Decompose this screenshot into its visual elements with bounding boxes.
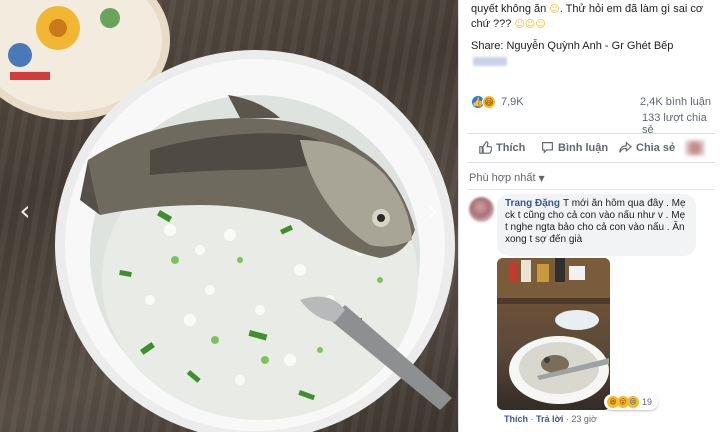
share-button-label: Chia sẻ [636, 142, 676, 154]
smile-emoji-icon: ☺ [549, 4, 560, 15]
comment-bubble-icon [542, 142, 553, 154]
smile-emojis-icon: ☺☺☺ [514, 19, 546, 30]
porridge-photo [0, 0, 455, 432]
post-panel: quyết không ăn ☺. Thử hỏi em đã làm gì s… [458, 0, 720, 432]
previous-photo-arrow[interactable]: ‹ [14, 196, 36, 226]
like-button-label: Thích [496, 142, 526, 154]
comment-button[interactable]: Bình luận [541, 140, 608, 156]
post-action-bar: Thích Bình luận Chia sẻ [467, 133, 715, 163]
share-button[interactable]: Chia sẻ [619, 140, 675, 156]
comment-reply-link[interactable]: Trả lời [536, 414, 563, 424]
share-arrow-icon [619, 141, 633, 153]
comment-actions: Thích · Trả lời · 23 giờ [504, 414, 597, 424]
next-photo-arrow[interactable]: › [422, 196, 444, 226]
comment-sort-label: Phù hợp nhất [469, 172, 536, 184]
commenter-avatar[interactable] [469, 197, 494, 222]
share-credit: Share: Nguyễn Quỳnh Anh - Gr Ghét Bếp [471, 40, 674, 52]
like-button[interactable]: Thích [479, 140, 525, 156]
blurred-hashtag [473, 57, 507, 66]
comment-photo-image [497, 258, 610, 404]
caret-down-icon: ▼ [538, 174, 545, 183]
thumbs-up-icon [479, 141, 493, 154]
comment-sort-dropdown[interactable]: Phù hợp nhất ▼ [469, 172, 545, 184]
comment-like-link[interactable]: Thích [504, 414, 528, 424]
comment-photo[interactable] [497, 258, 610, 410]
comment-author[interactable]: Trang Đặng [505, 198, 560, 209]
reactions-summary[interactable]: 👍 😆 7,9K 2,4K bình luận [471, 95, 711, 111]
comment-count-link[interactable]: 2,4K bình luận [640, 96, 711, 108]
comment-button-label: Bình luận [558, 142, 609, 154]
comment-bubble: Trang Đặng T mới ăn hôm qua đây . Mẹ ck t… [497, 194, 696, 256]
comment-reaction-count: 19 [642, 397, 653, 407]
photo-viewer: ‹ › [0, 0, 458, 432]
haha-reaction-icon: 😆 [482, 95, 496, 109]
divider [467, 189, 715, 190]
caption-text: quyết không ăn [471, 3, 547, 15]
comment-reactions[interactable]: 😆 😮 😢 19 [604, 394, 658, 410]
reaction-count: 7,9K [501, 96, 524, 108]
blurred-profile-avatar[interactable] [685, 140, 705, 156]
post-caption: quyết không ăn ☺. Thử hỏi em đã làm gì s… [471, 2, 711, 32]
caption-text-line2: chứ ??? [471, 18, 512, 30]
sad-reaction-icon: 😢 [627, 396, 639, 408]
caption-text-rest: . Thử hỏi em đã làm gì sai cơ [559, 3, 704, 15]
comment-timestamp[interactable]: 23 giờ [571, 414, 596, 424]
